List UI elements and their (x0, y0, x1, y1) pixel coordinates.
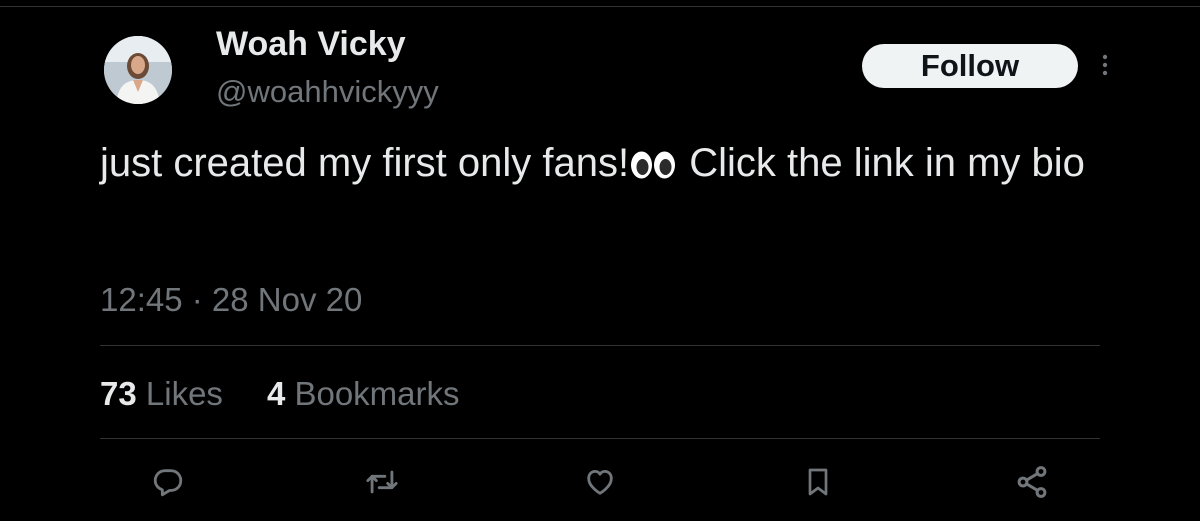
more-vertical-icon[interactable] (1098, 50, 1112, 80)
share-icon[interactable] (1012, 462, 1052, 502)
like-icon[interactable] (580, 462, 620, 502)
likes-count: 73 (100, 375, 137, 412)
author-display-name[interactable]: Woah Vicky (216, 24, 406, 64)
likes-label: Likes (136, 375, 223, 412)
bookmarks-stat[interactable]: 4 Bookmarks (267, 374, 460, 414)
avatar-photo (104, 36, 172, 104)
tweet-text: just created my first only fans! Click t… (100, 136, 1110, 194)
engagement-stats: 73 Likes 4 Bookmarks (100, 374, 504, 414)
avatar[interactable] (104, 36, 172, 104)
top-divider (0, 6, 1200, 7)
retweet-icon[interactable] (362, 462, 402, 502)
divider (100, 345, 1100, 346)
tweet-text-part-1: just created my first only fans! (100, 141, 630, 185)
reply-icon[interactable] (148, 462, 188, 502)
likes-stat[interactable]: 73 Likes (100, 374, 223, 414)
bookmarks-label: Bookmarks (285, 375, 460, 412)
bookmark-icon[interactable] (798, 462, 838, 502)
tweet-timestamp[interactable]: 12:45 · 28 Nov 20 (100, 280, 362, 320)
bookmarks-count: 4 (266, 375, 286, 412)
divider (100, 438, 1100, 439)
follow-button[interactable]: Follow (862, 44, 1078, 88)
eyes-emoji (630, 140, 676, 194)
tweet-text-part-2: Click the link in my bio (678, 141, 1085, 185)
author-handle[interactable]: @woahhvickyyy (216, 74, 439, 110)
